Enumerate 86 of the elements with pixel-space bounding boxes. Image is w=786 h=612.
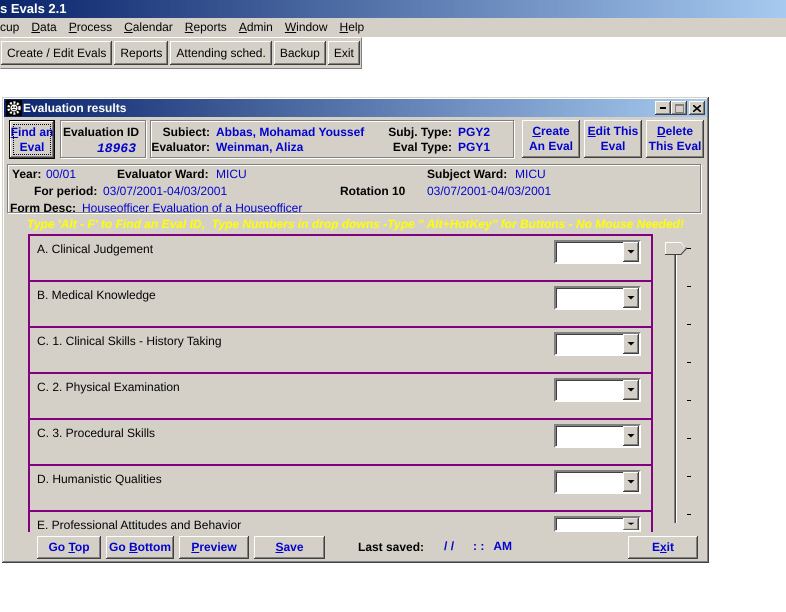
menu-item[interactable]: Window: [284, 20, 328, 35]
form-desc-label: Form Desc:: [10, 200, 78, 216]
evaluator-ward-value: MICU: [216, 166, 248, 182]
rotation-period-value: 03/07/2001-04/03/2001: [427, 183, 552, 199]
criterion-label: A. Clinical Judgement: [37, 242, 154, 256]
rating-dropdown[interactable]: [554, 378, 641, 402]
rating-dropdown[interactable]: [554, 424, 641, 448]
subject-label: Subiect:: [162, 125, 210, 140]
criterion-label: D. Humanistic Qualities: [37, 472, 162, 486]
period-value: 03/07/2001-04/03/2001: [103, 183, 228, 199]
toolbar-button[interactable]: Reports: [114, 41, 168, 65]
period-label: For period:: [34, 183, 98, 199]
evaluation-id-value: 18963: [96, 141, 136, 156]
footer-button[interactable]: Save: [254, 536, 325, 558]
menu-item[interactable]: Reports: [184, 20, 227, 35]
criterion-label: B. Medical Knowledge: [37, 288, 156, 302]
caret-icon: [623, 380, 639, 400]
caret-icon: [623, 426, 639, 446]
rating-dropdown[interactable]: [554, 286, 641, 310]
menu-item[interactable]: Help: [340, 20, 364, 35]
action-button[interactable]: Edit This Eval: [584, 120, 642, 158]
tick-mark: [687, 286, 691, 287]
last-saved-time: : :: [473, 538, 484, 552]
menu-item[interactable]: Data: [31, 20, 57, 35]
year-label: Year:: [12, 166, 42, 182]
tick-mark: [687, 248, 691, 249]
criterion-label: C. 2. Physical Examination: [37, 380, 180, 394]
dialog-title: Evaluation results: [23, 101, 126, 115]
exit-button[interactable]: Exit: [628, 536, 698, 558]
evaluator-name: Weinman, Aliza: [216, 140, 304, 155]
slider-thumb[interactable]: [665, 242, 687, 255]
rating-dropdown[interactable]: [554, 516, 641, 532]
evaluator-label: Evaluator:: [151, 140, 210, 155]
form-desc-value: Houseofficer Evaluation of a Houseofficer: [82, 200, 302, 216]
menu-item[interactable]: cup: [0, 20, 20, 35]
menu-item[interactable]: Calendar: [124, 20, 173, 35]
close-button[interactable]: [689, 101, 705, 115]
caret-icon: [623, 288, 639, 308]
subject-ward-value: MICU: [515, 166, 546, 182]
eval-type-label: Eval Type:: [392, 140, 452, 155]
toolbar-button[interactable]: Backup: [274, 41, 326, 65]
toolbar-button[interactable]: Create / Edit Evals: [1, 41, 112, 65]
rotation-label: Rotation 10: [340, 183, 406, 199]
footer-button[interactable]: Preview: [179, 536, 249, 558]
tick-mark: [687, 476, 691, 477]
close-icon: [693, 104, 701, 112]
action-button[interactable]: Delete This Eval: [646, 120, 704, 158]
gear-icon: [6, 100, 22, 116]
menu-item[interactable]: Admin: [238, 20, 273, 35]
last-saved-meridiem: AM: [493, 538, 512, 552]
caret-icon: [623, 242, 639, 262]
rating-dropdown[interactable]: [554, 240, 641, 264]
last-saved-date: / /: [444, 538, 454, 552]
rating-dropdown[interactable]: [554, 332, 641, 356]
evaluation-id-label: Evaluation ID: [63, 125, 140, 140]
app-title: s Evals 2.1: [0, 1, 66, 17]
subject-ward-label: Subject Ward:: [427, 166, 508, 182]
year-value: 00/01: [46, 166, 78, 182]
footer-button[interactable]: Go Bottom: [106, 536, 174, 558]
last-saved-label: Last saved:: [358, 540, 424, 554]
rating-dropdown[interactable]: [554, 470, 641, 494]
minimize-icon: [660, 107, 666, 109]
menu-item[interactable]: Process: [68, 20, 112, 35]
tick-mark: [687, 324, 691, 325]
criterion-label: C. 3. Procedural Skills: [37, 426, 156, 440]
action-button[interactable]: Create An Eval: [522, 120, 580, 158]
footer-button[interactable]: Go Top: [37, 536, 101, 558]
tick-mark: [687, 400, 691, 401]
toolbar-button[interactable]: Attending sched.: [170, 41, 272, 65]
criterion-label: E. Professional Attitudes and Behavior: [37, 518, 242, 532]
tick-mark: [687, 438, 691, 439]
hint-text: Type 'Alt - F' to Find an Eval ID, Type Numbers in drop downs -Type " Alt+HotKey" for Buttons - No Mouse Needed!: [26, 216, 684, 232]
minimize-button[interactable]: [655, 101, 671, 115]
evaluator-ward-label: Evaluator Ward:: [117, 166, 210, 182]
caret-icon: [623, 472, 639, 492]
caret-icon: [623, 334, 639, 354]
criterion-label: C. 1. Clinical Skills - History Taking: [37, 334, 222, 348]
subject-type-value: PGY2: [458, 125, 492, 140]
tick-mark: [687, 362, 691, 363]
toolbar-button[interactable]: Exit: [328, 41, 360, 65]
tick-mark: [687, 514, 691, 515]
caret-icon: [623, 518, 639, 530]
eval-type-value: PGY1: [458, 140, 492, 155]
subject-type-label: Subj. Type:: [387, 125, 452, 140]
subject-name: Abbas, Mohamad Youssef: [216, 125, 366, 140]
maximize-icon: [674, 104, 684, 112]
